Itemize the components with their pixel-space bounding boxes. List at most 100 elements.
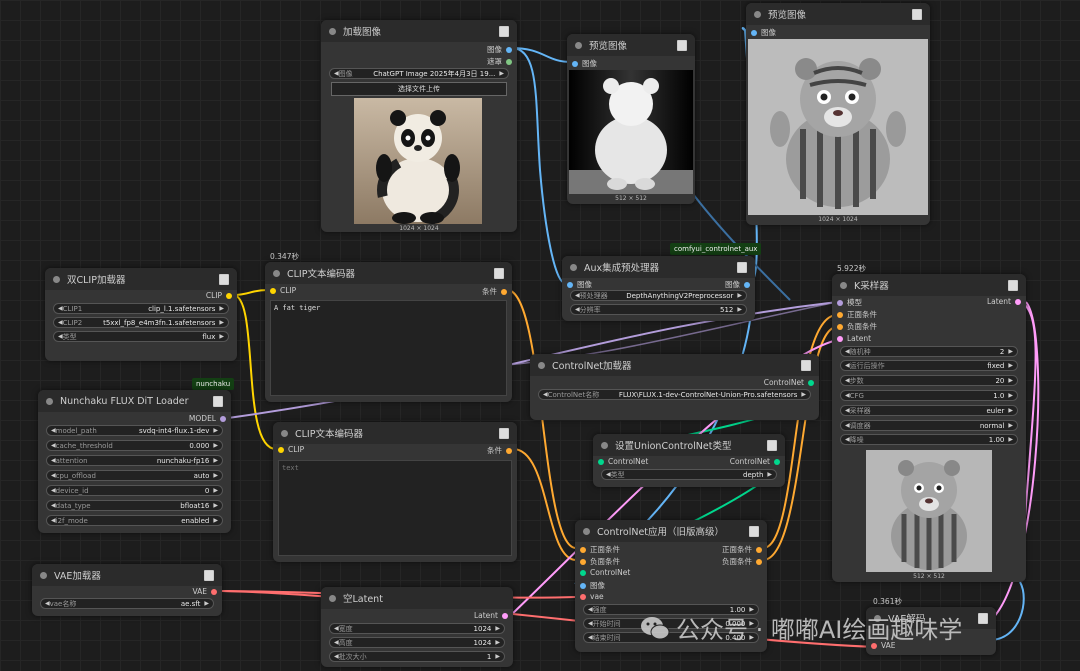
- clipboard-icon[interactable]: [499, 25, 509, 37]
- input-clip[interactable]: CLIP: [278, 445, 304, 454]
- output-vae[interactable]: VAE: [192, 587, 217, 596]
- prompt-textarea[interactable]: A fat tiger: [270, 300, 507, 396]
- node-set-union-controlnet-type[interactable]: 设置UnionControlNet类型 ControlNet ControlNe…: [593, 434, 785, 487]
- clipboard-icon[interactable]: [767, 439, 777, 451]
- input-controlnet[interactable]: ControlNet: [598, 457, 648, 466]
- input-clip[interactable]: CLIP: [270, 286, 296, 295]
- node-load-image[interactable]: 加载图像 图像 遮罩 ◀ 图像 ChatGPT Image 2025年4月3日 19…: [321, 20, 517, 232]
- cpu-offload-select[interactable]: ◀ cpu_offload auto ▶: [46, 470, 223, 481]
- image-size: 512 × 512: [913, 573, 945, 580]
- type-select[interactable]: ◀ 类型 flux ▶: [53, 331, 229, 342]
- node-title: CLIP文本编码器: [295, 429, 363, 440]
- node-empty-latent[interactable]: 空Latent Latent ◀ 宽度 1024 ▶ ◀ 高度 1024 ▶ ◀ 批次大小 1 ▶: [321, 587, 513, 667]
- source-badge: comfyui_controlnet_aux: [670, 243, 762, 255]
- steps-input[interactable]: ◀ 步数 20 ▶: [840, 375, 1018, 386]
- clipboard-icon[interactable]: [1008, 279, 1018, 291]
- node-vae-loader[interactable]: VAE加载器 VAE ◀ vae名称 ae.sft ▶: [32, 564, 222, 616]
- node-preview-main[interactable]: 预览图像 图像 1024 × 1024: [746, 3, 930, 225]
- input-positive[interactable]: 正面条件: [837, 309, 877, 320]
- clipboard-icon[interactable]: [219, 273, 229, 285]
- output-clip[interactable]: CLIP: [206, 291, 232, 300]
- vae-name-select[interactable]: ◀ vae名称 ae.sft ▶: [40, 598, 214, 609]
- ksampler-preview-image: [866, 450, 992, 572]
- clip2-select[interactable]: ◀ CLIP2 t5xxl_fp8_e4m3fn.1.safetensors ▶: [53, 317, 229, 328]
- node-title: 预览图像: [589, 41, 628, 52]
- output-conditioning[interactable]: 条件: [482, 286, 507, 297]
- cfg-input[interactable]: ◀ CFG 1.0 ▶: [840, 390, 1018, 401]
- controlnet-name-select[interactable]: ◀ ControlNet名称 FLUX\FLUX.1-dev-ControlNet-…: [538, 389, 811, 400]
- input-latent[interactable]: Latent: [837, 334, 871, 343]
- input-controlnet[interactable]: ControlNet: [580, 568, 630, 577]
- output-positive[interactable]: 正面条件: [722, 544, 762, 555]
- cache-threshold-input[interactable]: ◀ cache_threshold 0.000 ▶: [46, 440, 223, 451]
- clipboard-icon[interactable]: [499, 427, 509, 439]
- node-controlnet-loader[interactable]: ControlNet加载器 ControlNet ◀ ControlNet名称 FL…: [530, 354, 819, 420]
- clipboard-icon[interactable]: [677, 39, 687, 51]
- node-title: 预览图像: [768, 10, 807, 21]
- output-latent[interactable]: Latent: [987, 297, 1021, 306]
- clipboard-icon[interactable]: [801, 359, 811, 371]
- width-input[interactable]: ◀ 宽度 1024 ▶: [329, 623, 505, 634]
- output-latent[interactable]: Latent: [474, 611, 508, 620]
- input-negative[interactable]: 负面条件: [837, 321, 877, 332]
- prompt-textarea[interactable]: text: [278, 460, 512, 556]
- input-image[interactable]: 图像: [572, 58, 597, 69]
- sampler-select[interactable]: ◀ 采样器 euler ▶: [840, 405, 1018, 416]
- node-clip-text-encode-negative[interactable]: CLIP文本编码器 CLIP 条件 text: [273, 422, 517, 562]
- resolution-input[interactable]: ◀ 分辨率 512 ▶: [570, 304, 747, 315]
- control-after-generate-select[interactable]: ◀ 运行后操作 fixed ▶: [840, 360, 1018, 371]
- node-ksampler[interactable]: K采样器 模型 Latent 正面条件 负面条件 Latent ◀ 随机种 2 ▶ ◀…: [832, 274, 1026, 582]
- input-negative[interactable]: 负面条件: [580, 556, 620, 567]
- output-image[interactable]: 图像: [725, 279, 750, 290]
- denoise-input[interactable]: ◀ 降噪 1.00 ▶: [840, 434, 1018, 445]
- output-model[interactable]: MODEL: [189, 414, 226, 423]
- tiger-image: [748, 39, 928, 215]
- input-image[interactable]: 图像: [751, 27, 776, 38]
- input-positive[interactable]: 正面条件: [580, 544, 620, 555]
- input-image[interactable]: 图像: [580, 580, 605, 591]
- source-badge: nunchaku: [192, 378, 235, 390]
- input-model[interactable]: 模型: [837, 297, 862, 308]
- clipboard-icon[interactable]: [204, 569, 214, 581]
- node-dual-clip-loader[interactable]: 双CLIP加载器 CLIP ◀ CLIP1 clip_l.1.safetensors…: [45, 268, 237, 361]
- preprocessor-select[interactable]: ◀ 预处理器 DepthAnythingV2Preprocessor ▶: [570, 290, 747, 301]
- model-path-select[interactable]: ◀ model_path svdq-int4-flux.1-dev ▶: [46, 425, 223, 436]
- clipboard-icon[interactable]: [912, 8, 922, 20]
- output-controlnet[interactable]: ControlNet: [764, 378, 814, 387]
- i2f-mode-select[interactable]: ◀ i2f_mode enabled ▶: [46, 515, 223, 526]
- node-preview-depth[interactable]: 预览图像 图像 512 × 512: [567, 34, 695, 204]
- upload-button[interactable]: 选择文件上传: [331, 82, 507, 96]
- clipboard-icon[interactable]: [978, 612, 988, 624]
- node-title: Aux集成预处理器: [584, 263, 660, 274]
- output-mask[interactable]: 遮罩: [487, 56, 512, 67]
- union-type-select[interactable]: ◀ 类型 depth ▶: [601, 469, 777, 480]
- batch-size-input[interactable]: ◀ 批次大小 1 ▶: [329, 651, 505, 662]
- clip1-select[interactable]: ◀ CLIP1 clip_l.1.safetensors ▶: [53, 303, 229, 314]
- input-image[interactable]: 图像: [567, 279, 592, 290]
- data-type-select[interactable]: ◀ data_type bfloat16 ▶: [46, 500, 223, 511]
- output-negative[interactable]: 负面条件: [722, 556, 762, 567]
- timing-label: 0.347秒: [270, 252, 299, 261]
- clipboard-icon[interactable]: [737, 261, 747, 273]
- node-aux-preprocessor[interactable]: Aux集成预处理器 图像 图像 ◀ 预处理器 DepthAnythingV2Prep…: [562, 256, 755, 321]
- node-title: Nunchaku FLUX DiT Loader: [60, 395, 189, 407]
- output-conditioning[interactable]: 条件: [487, 445, 512, 456]
- image-select[interactable]: ◀ 图像 ChatGPT Image 2025年4月3日 19... ▶: [329, 68, 509, 79]
- device-id-input[interactable]: ◀ device_id 0 ▶: [46, 485, 223, 496]
- clipboard-icon[interactable]: [749, 525, 759, 537]
- clipboard-icon[interactable]: [494, 267, 504, 279]
- node-title: ControlNet加载器: [552, 361, 632, 372]
- node-clip-text-encode-positive[interactable]: CLIP文本编码器 CLIP 条件 A fat tiger: [265, 262, 512, 402]
- node-title: 双CLIP加载器: [67, 275, 126, 286]
- output-image[interactable]: 图像: [487, 44, 512, 55]
- node-nunchaku-loader[interactable]: Nunchaku FLUX DiT Loader MODEL ◀ model_pa…: [38, 390, 231, 533]
- attention-select[interactable]: ◀ attention nunchaku-fp16 ▶: [46, 455, 223, 466]
- input-vae[interactable]: vae: [580, 592, 604, 601]
- node-title: 设置UnionControlNet类型: [615, 441, 732, 452]
- clipboard-icon[interactable]: [213, 395, 223, 407]
- scheduler-select[interactable]: ◀ 调度器 normal ▶: [840, 420, 1018, 431]
- image-size: 1024 × 1024: [818, 216, 858, 223]
- height-input[interactable]: ◀ 高度 1024 ▶: [329, 637, 505, 648]
- seed-input[interactable]: ◀ 随机种 2 ▶: [840, 346, 1018, 357]
- output-controlnet[interactable]: ControlNet: [730, 457, 780, 466]
